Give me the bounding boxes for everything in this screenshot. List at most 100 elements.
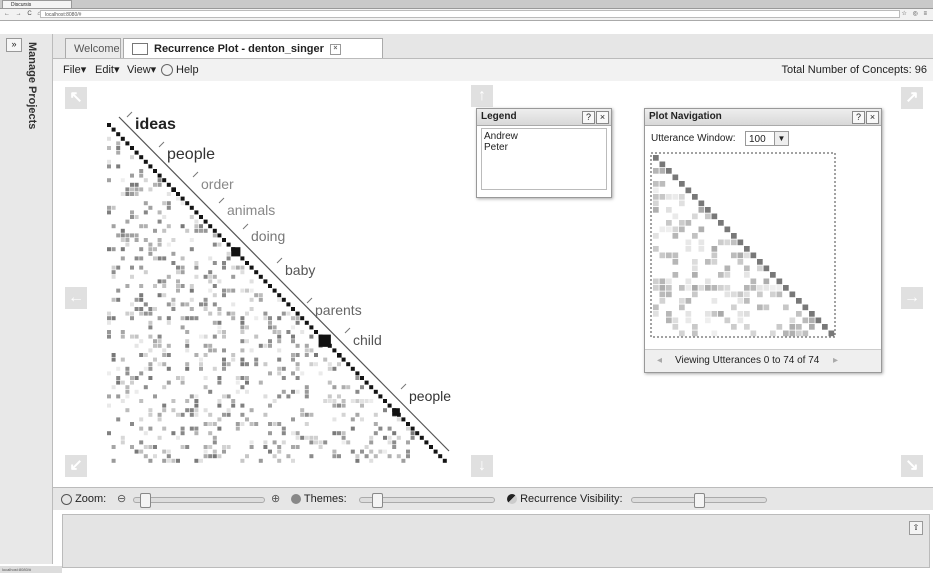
zoom-slider[interactable] bbox=[133, 493, 265, 508]
menu-view[interactable]: View▾ bbox=[127, 59, 156, 81]
recurrence-cell bbox=[309, 362, 314, 367]
recurrence-cell bbox=[268, 403, 272, 408]
recurrence-cell bbox=[231, 316, 236, 321]
menu-file[interactable]: File▾ bbox=[63, 59, 86, 81]
recurrence-cell bbox=[116, 164, 121, 169]
thumbnail-cell bbox=[744, 291, 750, 298]
concept-label: people bbox=[167, 146, 215, 163]
recurrence-cell bbox=[157, 339, 162, 344]
close-tab-icon[interactable]: × bbox=[329, 43, 341, 55]
recurrence-cell bbox=[111, 265, 116, 270]
recurrence-cell bbox=[107, 164, 111, 169]
navigation-thumbnail[interactable] bbox=[645, 151, 881, 351]
recurrence-cell bbox=[203, 228, 208, 233]
recurrence-cell bbox=[245, 339, 249, 344]
utterance-window-select[interactable]: 100 ▼ bbox=[745, 131, 789, 146]
thumbnail-cell bbox=[744, 311, 750, 317]
menu-edit[interactable]: Edit▾ bbox=[95, 59, 119, 81]
recurrence-cell bbox=[341, 431, 346, 436]
thumbnail-cell bbox=[737, 311, 744, 317]
recurrence-cell bbox=[116, 132, 121, 137]
themes-slider[interactable] bbox=[359, 493, 495, 508]
themes-slider-handle[interactable] bbox=[372, 493, 384, 508]
recurrence-cell bbox=[226, 445, 231, 449]
recurrence-cell bbox=[424, 440, 429, 445]
recurrence-cell bbox=[373, 412, 378, 417]
recurrence-cell bbox=[281, 311, 286, 316]
recurrence-cell bbox=[185, 366, 190, 371]
zoom-slider-handle[interactable] bbox=[140, 493, 151, 508]
plot-navigation-header[interactable]: Plot Navigation ? × bbox=[645, 109, 881, 126]
prev-page-icon[interactable]: ◂ bbox=[657, 350, 662, 372]
recurrence-cell bbox=[258, 380, 263, 385]
plot-navigation-close-button[interactable]: × bbox=[866, 111, 879, 124]
expand-console-button[interactable]: ⇧ bbox=[909, 521, 923, 535]
menu-help[interactable]: Help bbox=[161, 59, 199, 81]
recurrence-cell bbox=[245, 417, 249, 422]
recurrence-cell bbox=[258, 297, 263, 302]
recurrence-cell bbox=[148, 458, 153, 463]
recurrence-cell bbox=[130, 155, 134, 160]
legend-help-button[interactable]: ? bbox=[582, 111, 595, 124]
recurrence-cell bbox=[346, 385, 351, 390]
recurrence-cell bbox=[185, 316, 190, 321]
tab-welcome[interactable]: Welcome bbox=[65, 38, 121, 58]
recurrence-cell bbox=[318, 445, 323, 449]
next-page-icon[interactable]: ▸ bbox=[833, 350, 838, 372]
zoom-out-icon[interactable]: ⊖ bbox=[117, 488, 126, 510]
recurrence-cell bbox=[272, 288, 277, 293]
recurrence-cell bbox=[130, 445, 134, 449]
sidebar-title[interactable]: Manage Projects bbox=[26, 42, 38, 129]
plot-navigation-panel[interactable]: Plot Navigation ? × Utterance Window: 10… bbox=[644, 108, 882, 373]
recurrence-cell bbox=[387, 403, 392, 408]
recurrence-cell bbox=[143, 178, 148, 183]
recurrence-cell bbox=[166, 320, 171, 325]
browser-nav-buttons[interactable]: ← → C ⌂ bbox=[4, 9, 43, 20]
zoom-in-icon[interactable]: ⊕ bbox=[271, 488, 280, 510]
recurrence-cell bbox=[148, 320, 153, 325]
thumbnail-cell bbox=[653, 187, 659, 194]
thumbnail-cell bbox=[672, 213, 679, 220]
recurrence-cell bbox=[240, 325, 245, 330]
recurrence-cell bbox=[332, 399, 337, 403]
recurrence-cell bbox=[341, 357, 346, 362]
recurrence-cell bbox=[235, 426, 240, 431]
tab-recurrence-plot[interactable]: Recurrence Plot - denton_singer × bbox=[123, 38, 383, 58]
recurrence-slider-handle[interactable] bbox=[694, 493, 705, 508]
concept-label: order bbox=[201, 176, 234, 192]
recurrence-cell bbox=[341, 399, 346, 403]
chevron-down-icon[interactable]: ▼ bbox=[774, 132, 788, 145]
browser-menu-icons[interactable]: ☆ ◎ ≡ bbox=[902, 9, 929, 20]
browser-tab[interactable]: Discursis bbox=[2, 0, 72, 8]
recurrence-cell bbox=[107, 431, 111, 436]
recurrence-cell bbox=[263, 445, 268, 449]
recurrence-cell bbox=[231, 403, 236, 408]
concept-tick bbox=[276, 257, 283, 264]
url-field[interactable]: localhost:8080/# bbox=[40, 10, 900, 18]
legend-close-button[interactable]: × bbox=[596, 111, 609, 124]
legend-header[interactable]: Legend ? × bbox=[477, 109, 611, 126]
sidebar-expand-button[interactable]: » bbox=[6, 38, 22, 52]
recurrence-cell bbox=[166, 380, 171, 385]
thumbnail-cell bbox=[653, 194, 659, 200]
thumbnail-cell bbox=[718, 285, 724, 291]
recurrence-cell bbox=[189, 412, 194, 417]
plot-navigation-help-button[interactable]: ? bbox=[852, 111, 865, 124]
recurrence-cell bbox=[162, 228, 167, 233]
recurrence-cell bbox=[194, 219, 199, 224]
recurrence-cell bbox=[134, 389, 139, 394]
thumbnail-cell bbox=[653, 200, 659, 207]
thumbnail-cell bbox=[659, 226, 666, 233]
recurrence-cell bbox=[383, 399, 387, 403]
recurrence-cell bbox=[332, 366, 337, 371]
recurrence-cell bbox=[226, 311, 231, 316]
recurrence-cell bbox=[134, 233, 139, 238]
recurrence-cell bbox=[107, 247, 111, 252]
recurrence-cell bbox=[208, 288, 213, 293]
legend-panel[interactable]: Legend ? × Andrew Peter bbox=[476, 108, 612, 198]
recurrence-visibility-slider[interactable] bbox=[631, 493, 767, 508]
recurrence-cell bbox=[157, 334, 162, 339]
recurrence-cell bbox=[130, 334, 134, 339]
recurrence-cell bbox=[162, 403, 167, 408]
recurrence-cell bbox=[387, 426, 392, 431]
